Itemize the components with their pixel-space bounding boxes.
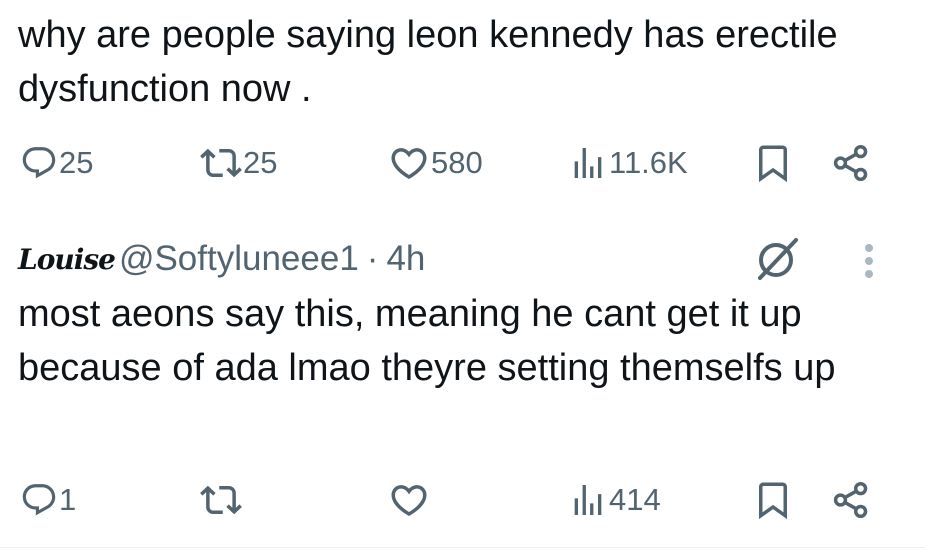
reply-text: most aeons say this, meaning he cant get…	[18, 293, 836, 389]
more-icon	[865, 244, 873, 278]
views-count: 414	[609, 482, 661, 517]
divider	[0, 547, 925, 548]
repost-icon	[200, 485, 242, 515]
share-icon	[833, 481, 868, 519]
reply-count: 25	[59, 145, 94, 180]
views-count: 11.6K	[609, 145, 688, 180]
bookmark-button[interactable]	[752, 475, 794, 525]
bookmark-button[interactable]	[752, 138, 794, 188]
separator: ·	[366, 239, 379, 278]
grok-button[interactable]	[752, 236, 802, 287]
reply-count: 1	[59, 482, 77, 517]
tweet-text: why are people saying leon kennedy has e…	[18, 14, 838, 110]
reply-author[interactable]: Louise @Softyluneee1 · 4h	[18, 234, 425, 284]
repost-icon	[200, 148, 242, 178]
tweet-action-bar: 25 25 580 11.6K	[0, 138, 925, 188]
views-icon	[574, 148, 602, 178]
like-count: 580	[431, 145, 483, 180]
reply-icon	[22, 147, 56, 179]
like-button[interactable]: 580	[388, 138, 483, 188]
reply-icon	[22, 484, 56, 516]
like-icon	[391, 485, 427, 517]
share-button[interactable]	[830, 475, 872, 525]
bookmark-icon	[759, 145, 787, 183]
like-icon	[391, 148, 427, 180]
handle[interactable]: @Softyluneee1	[119, 239, 359, 279]
more-options-button[interactable]	[858, 240, 880, 287]
views-button[interactable]: 414	[568, 475, 661, 525]
grok-icon	[758, 238, 798, 280]
timestamp[interactable]: 4h	[386, 239, 425, 279]
views-icon	[574, 485, 602, 515]
reply-button[interactable]: 25	[20, 138, 93, 188]
views-button[interactable]: 11.6K	[568, 138, 688, 188]
display-name[interactable]: Louise	[18, 243, 116, 276]
bookmark-icon	[759, 482, 787, 520]
reply-button[interactable]: 1	[20, 475, 76, 525]
share-button[interactable]	[830, 138, 872, 188]
repost-count: 25	[243, 145, 278, 180]
repost-button[interactable]: 25	[200, 138, 277, 188]
like-button[interactable]	[388, 475, 431, 525]
share-icon	[833, 144, 868, 182]
reply-action-bar: 1 414	[0, 475, 925, 525]
repost-button[interactable]	[200, 475, 243, 525]
